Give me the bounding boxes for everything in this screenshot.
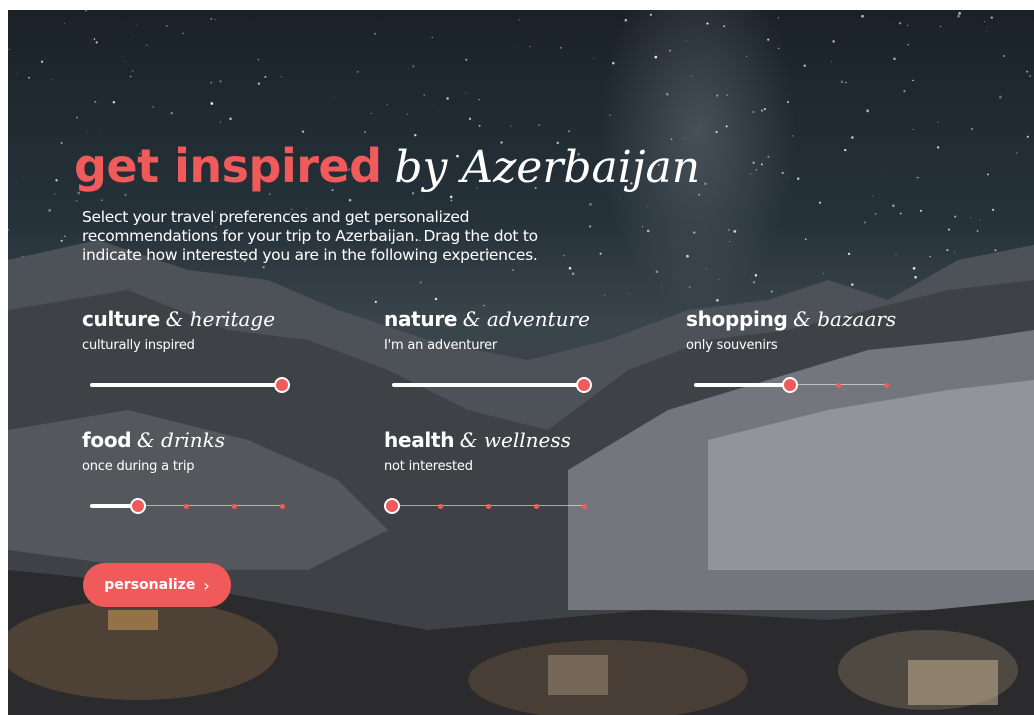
preference-level-label: only souvenirs bbox=[686, 338, 778, 353]
preference-title-bold: nature bbox=[384, 307, 458, 331]
hero-background: get inspired by Azerbaijan Select your t… bbox=[8, 10, 1034, 715]
interest-slider[interactable] bbox=[384, 497, 587, 517]
preference-level-label: culturally inspired bbox=[82, 338, 195, 353]
slider-stop[interactable] bbox=[437, 504, 443, 509]
preference-title-bold: culture bbox=[82, 307, 161, 331]
preference-title: nature & adventure bbox=[384, 306, 684, 333]
slider-thumb[interactable] bbox=[384, 498, 400, 514]
slider-fill bbox=[392, 383, 584, 387]
preference-food: food & drinks once during a trip bbox=[82, 427, 382, 514]
interest-slider[interactable] bbox=[392, 376, 592, 396]
preference-culture: culture & heritage culturally inspired bbox=[82, 306, 382, 393]
slider-stop[interactable] bbox=[883, 383, 889, 388]
slider-stop[interactable] bbox=[485, 504, 491, 509]
slider-stop[interactable] bbox=[231, 504, 237, 509]
title-bold: get inspired bbox=[74, 139, 382, 193]
interest-slider[interactable] bbox=[694, 376, 889, 396]
slider-stop[interactable] bbox=[533, 504, 539, 509]
preference-title-bold: health bbox=[384, 428, 455, 452]
preference-health: health & wellness not interested bbox=[384, 427, 684, 514]
preference-level-label: I'm an adventurer bbox=[384, 338, 498, 353]
slider-thumb[interactable] bbox=[576, 377, 592, 393]
intro-text: Select your travel preferences and get p… bbox=[82, 208, 538, 264]
interest-slider[interactable] bbox=[90, 497, 285, 517]
slider-thumb[interactable] bbox=[782, 377, 798, 393]
slider-thumb[interactable] bbox=[130, 498, 146, 514]
slider-stop[interactable] bbox=[835, 383, 841, 388]
chevron-right-icon: › bbox=[203, 575, 210, 595]
preference-title: shopping & bazaars bbox=[686, 306, 986, 333]
personalize-label: personalize bbox=[104, 577, 196, 593]
interest-slider[interactable] bbox=[90, 376, 290, 396]
slider-fill bbox=[694, 383, 790, 387]
preference-title-bold: shopping bbox=[686, 307, 788, 331]
preference-level-label: once during a trip bbox=[82, 459, 195, 474]
preference-nature: nature & adventure I'm an adventurer bbox=[384, 306, 684, 393]
preference-shopping: shopping & bazaars only souvenirs bbox=[686, 306, 986, 393]
preference-level-label: not interested bbox=[384, 459, 473, 474]
slider-stop[interactable] bbox=[581, 504, 587, 509]
preference-title: health & wellness bbox=[384, 427, 684, 454]
page-title: get inspired by Azerbaijan bbox=[74, 138, 700, 196]
preference-title: culture & heritage bbox=[82, 306, 382, 333]
preference-title-italic: & heritage bbox=[165, 307, 276, 331]
slider-stop[interactable] bbox=[279, 504, 285, 509]
slider-thumb[interactable] bbox=[274, 377, 290, 393]
preference-title-italic: & adventure bbox=[462, 307, 590, 331]
preference-title-italic: & drinks bbox=[136, 428, 226, 452]
preference-title-italic: & wellness bbox=[459, 428, 571, 452]
slider-stop[interactable] bbox=[183, 504, 189, 509]
title-italic: by Azerbaijan bbox=[394, 142, 701, 193]
preference-title-italic: & bazaars bbox=[793, 307, 897, 331]
preference-title: food & drinks bbox=[82, 427, 382, 454]
slider-fill bbox=[90, 383, 282, 387]
preference-title-bold: food bbox=[82, 428, 132, 452]
personalize-button[interactable]: personalize › bbox=[83, 563, 231, 607]
